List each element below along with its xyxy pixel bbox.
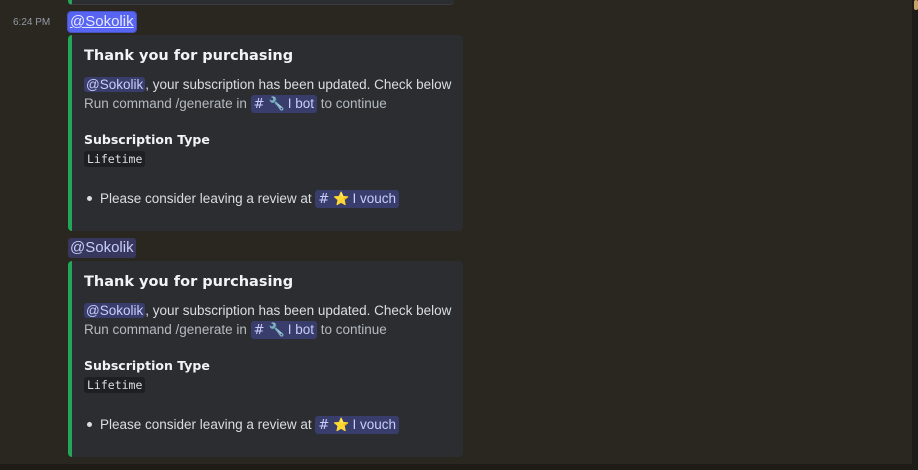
run-command-suffix: to continue [316, 96, 387, 111]
bot-channel-name: I bot [287, 96, 314, 111]
user-mention-label: @Sokolik [70, 239, 134, 256]
bot-channel-link[interactable]: # 🔧 I bot [250, 321, 317, 339]
embed-description: @Sokolik, your subscription has been upd… [84, 301, 451, 320]
embed-description: @Sokolik, your subscription has been upd… [84, 75, 451, 94]
channel-hash-icon: # [318, 418, 330, 433]
field-name: Subscription Type [84, 358, 210, 373]
vouch-channel-name: I vouch [352, 417, 396, 432]
channel-hash-icon: # [253, 323, 265, 338]
user-mention-label: @Sokolik [70, 13, 134, 30]
run-command-line: Run command /generate in # 🔧 I bot to cont… [84, 94, 387, 113]
run-command-suffix: to continue [316, 322, 387, 337]
vouch-channel-link[interactable]: # ⭐ I vouch [315, 190, 399, 208]
description-text: , your subscription has been updated. Ch… [145, 77, 452, 92]
subscription-embed: Thank you for purchasing @Sokolik, your … [68, 35, 463, 231]
bot-channel-name: I bot [287, 322, 314, 337]
vouch-channel-name: I vouch [352, 191, 396, 206]
user-mention[interactable]: @Sokolik [68, 238, 136, 258]
bottom-bar [0, 464, 912, 470]
run-command-prefix: Run command /generate in [84, 322, 251, 337]
field-value: Lifetime [84, 377, 146, 393]
bot-channel-link[interactable]: # 🔧 I bot [250, 95, 317, 113]
star-icon: ⭐ [333, 417, 350, 432]
review-text: Please consider leaving a review at [100, 417, 316, 432]
run-command-line: Run command /generate in # 🔧 I bot to cont… [84, 320, 387, 339]
run-command-prefix: Run command /generate in [84, 96, 251, 111]
description-text: , your subscription has been updated. Ch… [145, 303, 452, 318]
star-icon: ⭐ [333, 191, 350, 206]
channel-hash-icon: # [318, 192, 330, 207]
user-mention[interactable]: @Sokolik [67, 11, 137, 33]
channel-hash-icon: # [253, 97, 265, 112]
description-mention[interactable]: @Sokolik [84, 77, 146, 92]
review-text: Please consider leaving a review at [100, 191, 316, 206]
scrollbar-thumb[interactable] [914, 0, 918, 10]
message-timestamp: 6:24 PM [13, 17, 51, 28]
field-name: Subscription Type [84, 132, 210, 147]
review-bullet: Please consider leaving a review at # ⭐ I … [87, 415, 399, 435]
description-mention[interactable]: @Sokolik [84, 303, 146, 318]
review-bullet: Please consider leaving a review at # ⭐ I … [87, 189, 399, 209]
vouch-channel-link[interactable]: # ⭐ I vouch [315, 416, 399, 434]
scrollbar[interactable] [912, 0, 918, 470]
wrench-icon: 🔧 [268, 322, 285, 337]
field-value: Lifetime [84, 151, 146, 167]
wrench-icon: 🔧 [268, 96, 285, 111]
previous-embed-stub [68, 0, 454, 5]
embed-title: Thank you for purchasing [84, 48, 294, 64]
embed-title: Thank you for purchasing [84, 274, 294, 290]
subscription-embed: Thank you for purchasing @Sokolik, your … [68, 261, 463, 457]
bullet-icon [87, 195, 92, 201]
bullet-icon [87, 421, 92, 427]
